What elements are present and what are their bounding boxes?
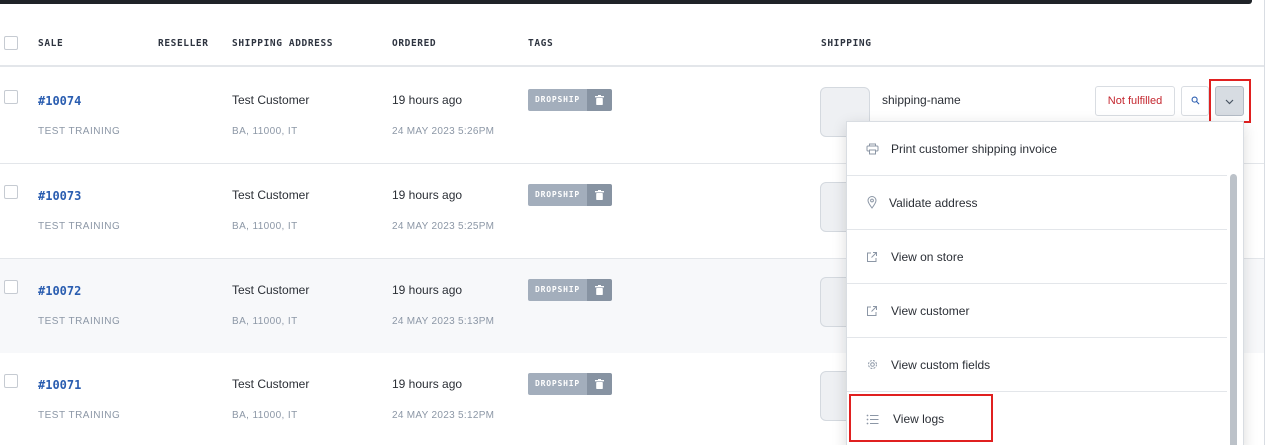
ordered-date: 24 MAY 2023 5:13PM — [392, 316, 495, 327]
sale-link[interactable]: #10072 — [38, 284, 81, 298]
menu-item-label: View customer — [891, 303, 970, 318]
shipping-name: shipping-name — [882, 93, 961, 107]
trash-icon[interactable] — [586, 279, 612, 301]
highlight-box — [1209, 79, 1251, 123]
menu-item-view-on-store[interactable]: View on store — [847, 230, 1227, 284]
tag-label: DROPSHIP — [528, 89, 587, 111]
customer-name: Test Customer — [232, 93, 310, 107]
sale-link[interactable]: #10073 — [38, 189, 81, 203]
store-name: TEST TRAINING — [38, 410, 121, 421]
ordered-relative: 19 hours ago — [392, 377, 463, 391]
customer-name: Test Customer — [232, 188, 310, 202]
menu-item-label: View custom fields — [891, 357, 991, 372]
tag-label: DROPSHIP — [528, 373, 587, 395]
row-checkbox[interactable] — [4, 90, 18, 104]
menu-item-label: Validate address — [889, 195, 978, 210]
highlight-box — [849, 394, 993, 442]
printer-icon — [865, 142, 879, 156]
tag-label: DROPSHIP — [528, 184, 587, 206]
sale-link[interactable]: #10074 — [38, 94, 81, 108]
ordered-date: 24 MAY 2023 5:26PM — [392, 126, 495, 137]
customer-name: Test Customer — [232, 377, 310, 391]
menu-item-view-customer[interactable]: View customer — [847, 284, 1227, 338]
tag-label: DROPSHIP — [528, 279, 587, 301]
row-checkbox[interactable] — [4, 280, 18, 294]
column-header-ordered[interactable]: ORDERED — [392, 38, 436, 49]
map-pin-icon — [865, 196, 879, 210]
trash-icon[interactable] — [586, 373, 612, 395]
row-checkbox[interactable] — [4, 374, 18, 388]
customer-name: Test Customer — [232, 283, 310, 297]
dropdown-scrollbar[interactable] — [1230, 174, 1237, 445]
column-header-shipping[interactable]: SHIPPING — [821, 38, 872, 49]
panel-edge — [1264, 0, 1265, 445]
tag-chip: DROPSHIP — [528, 184, 612, 206]
table-header: SALE RESELLER SHIPPING ADDRESS ORDERED T… — [0, 4, 1264, 67]
menu-item-view-custom-fields[interactable]: View custom fields — [847, 338, 1227, 392]
customer-address: BA, 11000, IT — [232, 221, 298, 232]
column-header-sale[interactable]: SALE — [38, 38, 63, 49]
external-link-icon — [865, 304, 879, 318]
sale-link[interactable]: #10071 — [38, 378, 81, 392]
menu-item-label: Print customer shipping invoice — [891, 141, 1058, 156]
column-header-tags[interactable]: TAGS — [528, 38, 553, 49]
ordered-relative: 19 hours ago — [392, 283, 463, 297]
trash-icon[interactable] — [586, 184, 612, 206]
trash-icon[interactable] — [586, 89, 612, 111]
store-name: TEST TRAINING — [38, 221, 121, 232]
customer-address: BA, 11000, IT — [232, 410, 298, 421]
tag-chip: DROPSHIP — [528, 279, 612, 301]
menu-item-validate-address[interactable]: Validate address — [847, 176, 1227, 230]
store-name: TEST TRAINING — [38, 316, 121, 327]
gear-icon — [865, 358, 879, 372]
column-header-shipping-address[interactable]: SHIPPING ADDRESS — [232, 38, 333, 49]
customer-address: BA, 11000, IT — [232, 126, 298, 137]
search-button[interactable] — [1181, 86, 1209, 116]
fulfillment-status-button[interactable]: Not fulfilled — [1095, 86, 1175, 116]
ordered-relative: 19 hours ago — [392, 188, 463, 202]
tag-chip: DROPSHIP — [528, 89, 612, 111]
column-header-reseller[interactable]: RESELLER — [158, 38, 209, 49]
ordered-relative: 19 hours ago — [392, 93, 463, 107]
menu-item-label: View on store — [891, 249, 964, 264]
row-checkbox[interactable] — [4, 185, 18, 199]
ordered-date: 24 MAY 2023 5:12PM — [392, 410, 495, 421]
select-all-checkbox[interactable] — [4, 36, 18, 50]
customer-address: BA, 11000, IT — [232, 316, 298, 327]
ordered-date: 24 MAY 2023 5:25PM — [392, 221, 495, 232]
store-name: TEST TRAINING — [38, 126, 121, 137]
external-link-icon — [865, 250, 879, 264]
search-icon — [1191, 92, 1200, 110]
menu-item-print-invoice[interactable]: Print customer shipping invoice — [847, 122, 1227, 176]
tag-chip: DROPSHIP — [528, 373, 612, 395]
